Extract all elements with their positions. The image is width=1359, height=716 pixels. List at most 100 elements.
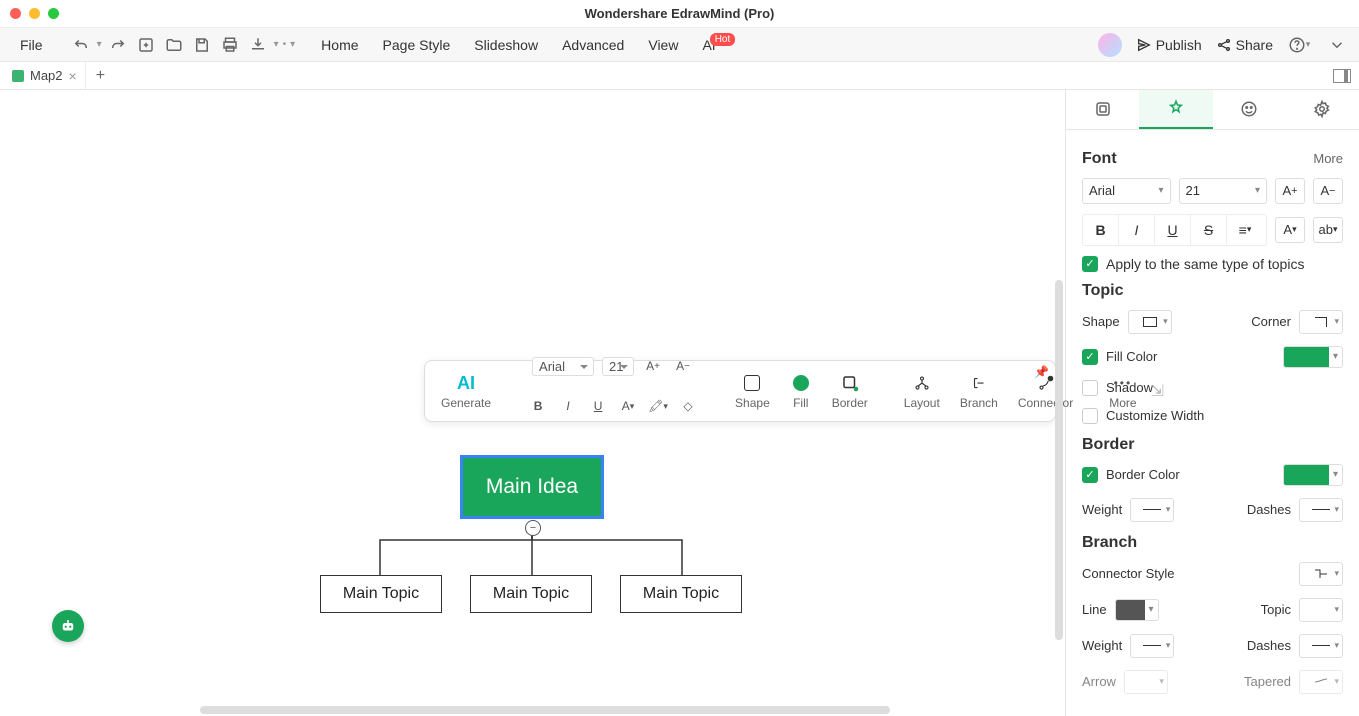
menubar: File ▾ ▾ • ▾ Home Page Style Slideshow A… xyxy=(0,28,1359,62)
assistant-fab[interactable] xyxy=(52,610,84,642)
publish-button[interactable]: Publish xyxy=(1136,37,1202,53)
ft-highlight[interactable]: 🖍▾ xyxy=(647,395,669,417)
ft-more[interactable]: •••More xyxy=(1103,372,1142,410)
canvas[interactable]: 📌 AI Generate Arial 21 A+ A− B I U A▾ xyxy=(0,90,1065,716)
open-button[interactable] xyxy=(162,33,186,57)
ft-font-size[interactable]: 21 xyxy=(602,357,634,376)
fill-color-swatch[interactable] xyxy=(1283,346,1343,368)
menu-ai[interactable]: AIHot xyxy=(692,33,745,57)
help-button[interactable]: ▾ xyxy=(1287,33,1311,57)
undo-button[interactable] xyxy=(69,33,93,57)
side-tab-outline[interactable] xyxy=(1066,90,1139,129)
menu-page-style[interactable]: Page Style xyxy=(373,33,461,57)
print-button[interactable] xyxy=(218,33,242,57)
window-controls xyxy=(10,8,59,19)
branch-tapered-select[interactable] xyxy=(1299,670,1343,694)
redo-button[interactable] xyxy=(106,33,130,57)
ai-icon: AI xyxy=(457,373,475,394)
section-font-title: Font xyxy=(1082,150,1117,168)
ft-ai-generate[interactable]: AI Generate xyxy=(435,373,497,410)
fill-color-checkbox[interactable]: ✓ xyxy=(1082,349,1098,365)
font-color-button[interactable]: A▾ xyxy=(1275,217,1305,243)
minimize-window-button[interactable] xyxy=(29,8,40,19)
ft-font-family[interactable]: Arial xyxy=(532,357,594,376)
border-color-swatch[interactable] xyxy=(1283,464,1343,486)
menu-file[interactable]: File xyxy=(10,33,53,57)
font-size-select[interactable]: 21 xyxy=(1179,178,1268,204)
italic-button[interactable]: I xyxy=(1119,215,1155,245)
ft-fill[interactable]: Fill xyxy=(784,372,818,410)
collapse-ribbon-button[interactable] xyxy=(1325,33,1349,57)
user-avatar[interactable] xyxy=(1098,33,1122,57)
ft-underline[interactable]: U xyxy=(587,395,609,417)
ft-border[interactable]: Border xyxy=(826,372,874,410)
font-decrease-button[interactable]: A− xyxy=(1313,178,1343,204)
share-button[interactable]: Share xyxy=(1216,37,1273,53)
custom-width-checkbox[interactable] xyxy=(1082,408,1098,424)
menu-view[interactable]: View xyxy=(638,33,688,57)
menu-advanced[interactable]: Advanced xyxy=(552,33,634,57)
border-color-checkbox[interactable]: ✓ xyxy=(1082,467,1098,483)
ft-branch[interactable]: Branch xyxy=(954,372,1004,410)
save-button[interactable] xyxy=(190,33,214,57)
export-button[interactable] xyxy=(246,33,270,57)
add-tab-button[interactable]: + xyxy=(86,67,115,85)
app-title: Wondershare EdrawMind (Pro) xyxy=(585,6,775,21)
shape-select[interactable] xyxy=(1128,310,1172,334)
ft-bold[interactable]: B xyxy=(527,395,549,417)
border-dashes-select[interactable] xyxy=(1299,498,1343,522)
ft-font-decrease[interactable]: A− xyxy=(672,355,694,377)
ft-expand[interactable]: ⇲ xyxy=(1151,380,1164,402)
side-tab-style[interactable] xyxy=(1139,90,1212,129)
underline-button[interactable]: U xyxy=(1155,215,1191,245)
node-subtopic-1[interactable]: Main Topic xyxy=(320,575,442,613)
line-color-swatch[interactable] xyxy=(1115,599,1159,621)
align-button[interactable]: ≡▾ xyxy=(1227,215,1263,245)
bold-button[interactable]: B xyxy=(1083,215,1119,245)
titlebar: Wondershare EdrawMind (Pro) xyxy=(0,0,1359,28)
branch-dashes-select[interactable] xyxy=(1299,634,1343,658)
branch-topic-select[interactable] xyxy=(1299,598,1343,622)
strikethrough-button[interactable]: S xyxy=(1191,215,1227,245)
node-subtopic-2[interactable]: Main Topic xyxy=(470,575,592,613)
menu-slideshow[interactable]: Slideshow xyxy=(464,33,548,57)
maximize-window-button[interactable] xyxy=(48,8,59,19)
new-button[interactable] xyxy=(134,33,158,57)
text-case-button[interactable]: ab▾ xyxy=(1313,217,1343,243)
font-more-link[interactable]: More xyxy=(1313,151,1343,166)
panel-toggle-button[interactable] xyxy=(1333,69,1351,83)
document-tabs: Map2 × + xyxy=(0,62,1359,90)
hot-badge: Hot xyxy=(710,33,736,46)
border-weight-select[interactable] xyxy=(1130,498,1174,522)
ft-shape[interactable]: Shape xyxy=(729,372,776,410)
close-tab-icon[interactable]: × xyxy=(69,68,77,84)
floating-toolbar: 📌 AI Generate Arial 21 A+ A− B I U A▾ xyxy=(424,360,1056,422)
apply-same-checkbox[interactable]: ✓ xyxy=(1082,256,1098,272)
collapse-handle[interactable]: − xyxy=(525,520,541,536)
tab-map2[interactable]: Map2 × xyxy=(4,62,86,89)
shadow-checkbox[interactable] xyxy=(1082,380,1098,396)
ft-font-color[interactable]: A▾ xyxy=(617,395,639,417)
close-window-button[interactable] xyxy=(10,8,21,19)
corner-select[interactable] xyxy=(1299,310,1343,334)
ft-italic[interactable]: I xyxy=(557,395,579,417)
ft-clear-format[interactable]: ◇ xyxy=(677,395,699,417)
section-topic-title: Topic xyxy=(1082,282,1123,300)
pin-icon[interactable]: 📌 xyxy=(1034,365,1049,379)
menu-home[interactable]: Home xyxy=(311,33,368,57)
scrollbar-horizontal[interactable] xyxy=(0,706,1065,714)
doc-icon xyxy=(12,70,24,82)
branch-weight-select[interactable] xyxy=(1130,634,1174,658)
node-subtopic-3[interactable]: Main Topic xyxy=(620,575,742,613)
side-tab-settings[interactable] xyxy=(1286,90,1359,129)
side-tab-emoji[interactable] xyxy=(1213,90,1286,129)
font-increase-button[interactable]: A+ xyxy=(1275,178,1305,204)
ft-layout[interactable]: Layout xyxy=(898,372,946,410)
node-main-idea[interactable]: Main Idea xyxy=(460,455,604,519)
ft-font-increase[interactable]: A+ xyxy=(642,355,664,377)
connector-style-select[interactable] xyxy=(1299,562,1343,586)
section-branch-title: Branch xyxy=(1082,534,1137,552)
font-family-select[interactable]: Arial xyxy=(1082,178,1171,204)
scrollbar-vertical[interactable] xyxy=(1055,90,1063,708)
branch-arrow-select[interactable] xyxy=(1124,670,1168,694)
